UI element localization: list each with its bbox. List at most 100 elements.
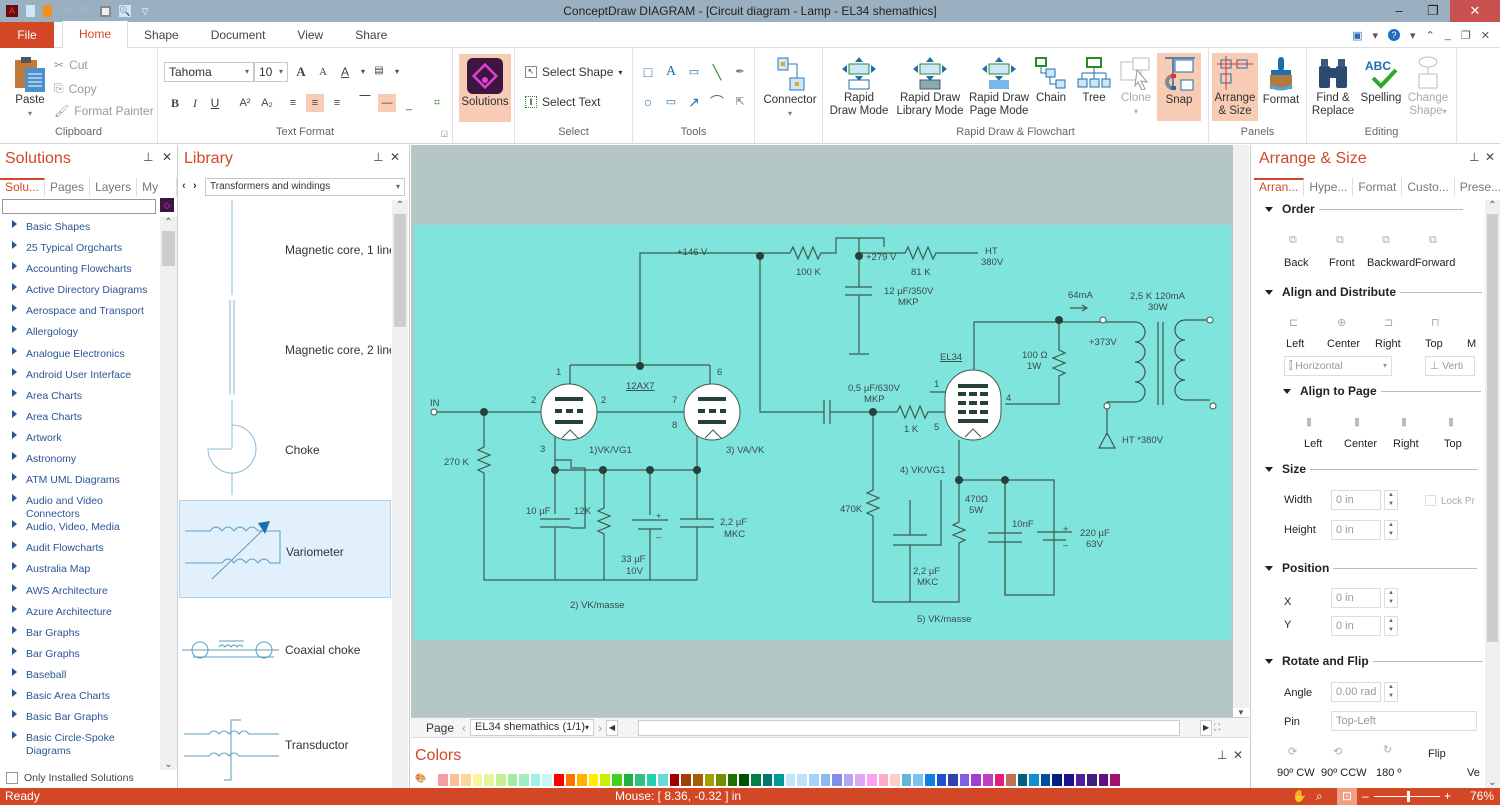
solutions-search-icon[interactable]: ◇ (160, 198, 174, 212)
format-button[interactable]: Format (1259, 56, 1303, 107)
x-input[interactable]: 0 in (1331, 588, 1381, 608)
canvas-horizontal-scrollbar[interactable] (638, 719, 1181, 736)
page-right-button[interactable]: Right (1393, 438, 1419, 450)
library-scrollbar[interactable]: ⌃ (392, 200, 408, 788)
pin-icon[interactable]: ⊥ (1469, 150, 1479, 164)
color-swatch[interactable] (726, 773, 739, 787)
color-swatch[interactable] (610, 773, 623, 787)
rapid-draw-library-mode-button[interactable]: Rapid Draw Library Mode (893, 56, 967, 118)
rectangle-tool-icon[interactable]: □ (639, 63, 657, 81)
cut-button[interactable]: ✂ Cut (54, 58, 88, 72)
rotate-180-button[interactable]: 180 º (1376, 767, 1401, 779)
page-center-icon[interactable]: ▮ (1354, 415, 1360, 428)
solution-item[interactable]: Active Directory Diagrams (0, 280, 160, 301)
dropdown-icon[interactable]: ▾ (788, 109, 792, 118)
select-text-button[interactable]: I Select Text (525, 95, 600, 109)
scroll-down-icon[interactable]: ⌄ (1485, 777, 1500, 788)
backward-button[interactable]: Backward (1367, 257, 1415, 269)
chain-button[interactable]: Chain (1031, 56, 1071, 105)
arc-tool-icon[interactable]: ⌒ (708, 93, 726, 111)
library-item-magnetic-core-1[interactable]: Magnetic core, 1 line (179, 200, 391, 300)
solution-item[interactable]: Audit Flowcharts (0, 538, 160, 559)
scroll-down-icon[interactable]: ⌄ (160, 759, 177, 770)
color-swatch[interactable] (471, 773, 484, 787)
minimize-button[interactable]: – (1382, 0, 1416, 22)
align-bottom-icon[interactable]: _ (400, 96, 418, 114)
dialog-launcher-icon[interactable]: ◲ (440, 129, 448, 138)
pin-icon[interactable]: ⊥ (1217, 748, 1227, 762)
tab-pages[interactable]: Pages (45, 178, 91, 196)
color-picker-icon[interactable]: 🎨 (415, 773, 437, 787)
color-swatch[interactable] (715, 773, 727, 787)
font-color-icon[interactable]: A (336, 63, 354, 81)
height-spinner[interactable]: ▲ ▼ (1384, 520, 1398, 540)
rapid-draw-page-mode-button[interactable]: Rapid Draw Page Mode (967, 56, 1031, 118)
solution-item[interactable]: Australia Map (0, 559, 160, 580)
italic-icon[interactable]: I (186, 94, 204, 112)
send-backward-icon[interactable]: ⧉ (1382, 234, 1390, 247)
tab-view[interactable]: View (281, 22, 339, 48)
align-page-section-header[interactable]: Align to Page (1283, 384, 1481, 398)
rotate-cw-button[interactable]: 90º CW (1277, 767, 1315, 779)
color-swatch[interactable] (923, 773, 936, 787)
restore-button[interactable]: ❐ (1416, 0, 1450, 22)
drawing-page[interactable]: +146 V 100 K +279 V 81 K HT 380V 12 µF/3… (414, 225, 1231, 640)
width-spinner[interactable]: ▲ ▼ (1384, 490, 1398, 510)
color-swatch[interactable] (761, 773, 774, 787)
doc-restore-icon[interactable]: ❐ (1461, 29, 1471, 42)
zoom-slider[interactable] (1374, 791, 1440, 802)
color-swatch[interactable] (587, 773, 600, 787)
color-swatch[interactable] (599, 773, 611, 787)
rapid-draw-mode-button[interactable]: Rapid Draw Mode (827, 56, 891, 118)
prev-page-icon[interactable]: ‹ (462, 721, 466, 735)
solution-item[interactable]: Audio and Video Connectors (0, 491, 130, 520)
rotate-ccw-button[interactable]: 90º CCW (1321, 767, 1367, 779)
font-family-select[interactable]: Tahoma ▾ (164, 62, 254, 82)
color-swatch[interactable] (1039, 773, 1052, 787)
undo-icon[interactable]: ↶ (60, 5, 72, 17)
color-swatch[interactable] (1097, 773, 1110, 787)
library-item-coaxial-choke[interactable]: Coaxial choke (179, 600, 391, 700)
color-swatch[interactable] (970, 773, 982, 787)
color-swatch[interactable] (460, 773, 472, 787)
width-input[interactable]: 0 in (1331, 490, 1381, 510)
solution-item[interactable]: Basic Area Charts (0, 686, 160, 707)
align-section-header[interactable]: Align and Distribute (1265, 285, 1482, 299)
color-swatch[interactable] (958, 773, 971, 787)
page-left-button[interactable]: Left (1304, 438, 1322, 450)
ellipse-tool-icon[interactable]: ○ (639, 93, 657, 111)
close-button[interactable]: ✕ (1450, 0, 1500, 22)
paste-dropdown-icon[interactable]: ▾ (28, 109, 32, 118)
color-swatch[interactable] (877, 773, 890, 787)
color-swatch[interactable] (750, 773, 762, 787)
solution-item[interactable]: ATM UML Diagrams (0, 470, 160, 491)
color-swatch[interactable] (738, 773, 751, 787)
solution-item[interactable]: Area Charts (0, 386, 160, 407)
page-select[interactable]: EL34 shemathics (1/1) ▾ (470, 719, 595, 736)
page-top-icon[interactable]: ▮ (1448, 415, 1454, 428)
save-icon[interactable] (100, 5, 111, 17)
library-item-magnetic-core-2[interactable]: Magnetic core, 2 lines (179, 300, 391, 400)
close-panel-icon[interactable]: ✕ (390, 150, 400, 164)
color-swatch[interactable] (506, 773, 519, 787)
layout-icon[interactable]: ▣ (1352, 29, 1362, 42)
zoom-area-icon[interactable]: ⌕ (1316, 788, 1323, 805)
scroll-thumb[interactable] (1487, 214, 1498, 642)
color-swatch[interactable] (900, 773, 913, 787)
scroll-up-icon[interactable]: ⌃ (1485, 200, 1500, 211)
help-icon[interactable]: ? (1388, 29, 1401, 41)
tab-custom[interactable]: Custo... (1402, 178, 1455, 196)
height-input[interactable]: 0 in (1331, 520, 1381, 540)
color-swatch[interactable] (703, 773, 716, 787)
doc-close-icon[interactable]: ✕ (1481, 29, 1490, 42)
color-swatch[interactable] (831, 773, 843, 787)
close-panel-icon[interactable]: ✕ (162, 150, 172, 164)
arrange-scrollbar[interactable]: ⌃ ⌄ (1485, 200, 1500, 788)
color-swatch[interactable] (576, 773, 588, 787)
color-swatch[interactable] (796, 773, 808, 787)
scroll-thumb[interactable] (394, 214, 406, 327)
redo-icon[interactable]: ↷ (80, 5, 92, 17)
scroll-right-icon[interactable]: ▶ (1200, 719, 1213, 736)
page-center-button[interactable]: Center (1344, 438, 1377, 450)
align-middle-icon[interactable]: — (378, 94, 396, 112)
